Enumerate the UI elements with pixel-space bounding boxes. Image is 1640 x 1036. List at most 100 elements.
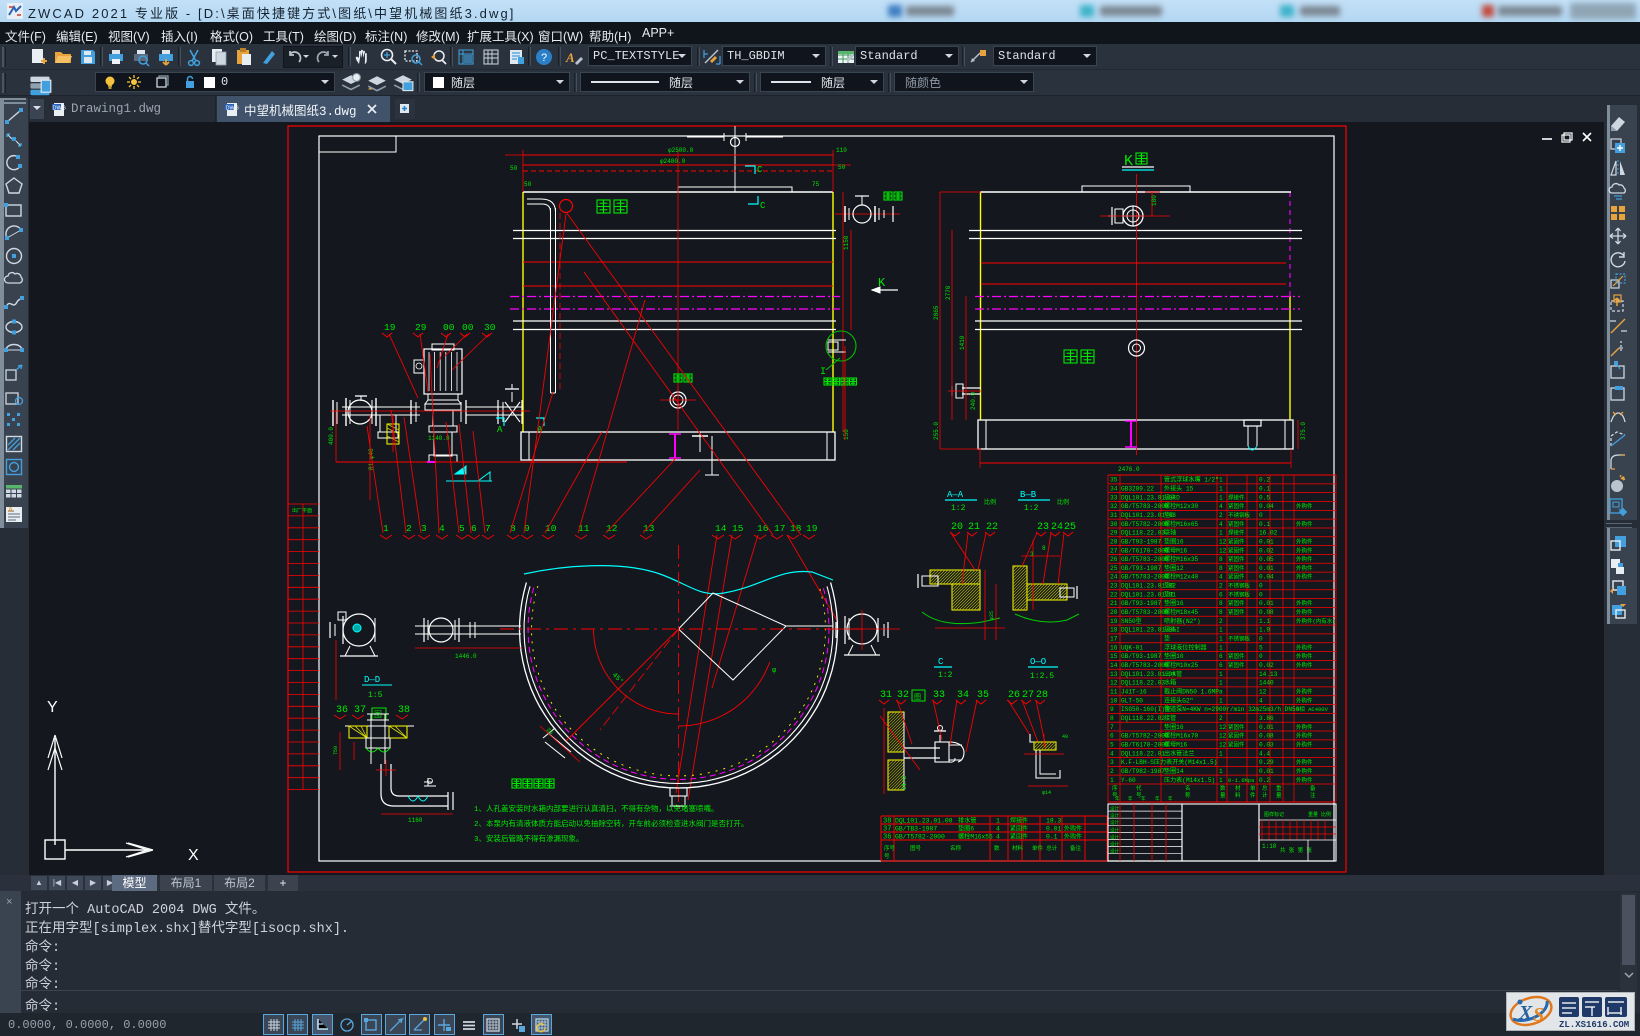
svg-text:16: 16 [757,523,769,534]
svg-text:1.1: 1.1 [1259,618,1270,625]
svg-text:3: 3 [421,523,427,534]
svg-text:23: 23 [1037,522,1049,533]
svg-text:10: 10 [545,523,557,534]
svg-text:A: A [497,425,503,435]
svg-text:螺栓M16x65: 螺栓M16x65 [1164,520,1198,528]
svg-text:重: 重 [1276,784,1282,792]
svg-text:0.02: 0.02 [1259,547,1274,554]
svg-text:1: 1 [1219,777,1223,784]
svg-text:R1 φ40: R1 φ40 [368,448,375,470]
svg-text:30: 30 [1110,521,1118,528]
svg-text:1: 1 [1219,494,1223,501]
svg-text:不锈钢板: 不锈钢板 [1228,590,1251,598]
svg-text:DQL118.22.03: DQL118.22.03 [1121,530,1165,537]
svg-text:连接头G2": 连接头G2" [1164,696,1193,704]
svg-text:27: 27 [1022,690,1034,701]
svg-text:1:2: 1:2 [938,671,953,680]
svg-text:X: X [188,847,199,864]
svg-text:外购件: 外购件 [1296,599,1313,607]
svg-text:件: 件 [1250,791,1256,799]
svg-text:12: 12 [1219,741,1227,748]
svg-text:A: A [565,50,575,65]
svg-text:K.F-LBH-S压力表开关(M14x1.5): K.F-LBH-S压力表开关(M14x1.5) [1121,758,1217,766]
svg-text:16: 16 [1110,644,1118,651]
svg-text:4: 4 [996,834,1000,841]
svg-text:压力表(M14x1.5): 压力表(M14x1.5) [1164,776,1215,784]
svg-text:0.04: 0.04 [1259,574,1274,581]
svg-text:年: 年 [1168,795,1173,802]
svg-text:紧固件: 紧固件 [1228,740,1245,748]
svg-text:外购件: 外购件 [1296,723,1313,731]
svg-text:比例: 比例 [1057,498,1069,506]
svg-text:19: 19 [1110,618,1118,625]
svg-text:24: 24 [1051,522,1063,533]
svg-text:外购件: 外购件 [1296,767,1313,775]
svg-text:外购件: 外购件 [1296,688,1313,696]
svg-text:称: 称 [1185,791,1191,799]
svg-text:0.1: 0.1 [1259,485,1270,492]
svg-text:7: 7 [1110,724,1114,731]
svg-text:16.02: 16.02 [1259,530,1278,537]
svg-text:外购件: 外购件 [1296,564,1313,572]
svg-text:0.01: 0.01 [1259,600,1274,607]
svg-text:喷射器(N2"): 喷射器(N2") [1164,617,1201,625]
svg-text:水箱: 水箱 [1164,679,1176,687]
svg-text:GB/T93-1987: GB/T93-1987 [1121,565,1162,572]
svg-text:料: 料 [1235,791,1241,799]
svg-text:垫圈16: 垫圈16 [1164,723,1184,731]
svg-text:33: 33 [933,690,945,701]
svg-text:DWG: DWG [226,105,239,111]
svg-text:1、人孔盖安装时水箱内部要进行认真清扫，不得有杂物，以免堵塞: 1、人孔盖安装时水箱内部要进行认真清扫，不得有杂物，以免堵塞喷嘴。 [474,803,719,814]
svg-text:螺栓M18x45: 螺栓M18x45 [1164,608,1198,616]
svg-text:0.08: 0.08 [1259,733,1274,740]
svg-text:2、本泵内有清液体质方能启动以免抽除空转，开车前必须检查进水: 2、本泵内有清液体质方能启动以免抽除空转，开车前必须检查进水阀门是否打开。 [474,818,749,829]
svg-text:接头I: 接头I [1164,626,1180,634]
svg-text:管道泵N=4KW n=2900r/min 32m25m3/h: 管道泵N=4KW n=2900r/min 32m25m3/h DN50 [1164,705,1300,713]
svg-text:110: 110 [836,147,847,154]
svg-text:4: 4 [1219,521,1223,528]
svg-text:36: 36 [883,834,891,842]
svg-text:DWG: DWG [53,105,66,111]
svg-text:螺栓M10x25: 螺栓M10x25 [1164,661,1198,669]
svg-text:27: 27 [1110,547,1118,554]
svg-text:I: I [820,367,826,378]
svg-text:0-1.6Mpa: 0-1.6Mpa [1228,777,1255,784]
svg-text:重量 比例: 重量 比例 [1308,811,1331,818]
svg-text:3、安装后管路不得有渗漏现象。: 3、安装后管路不得有渗漏现象。 [474,833,584,844]
svg-text:注: 注 [1310,791,1316,799]
svg-text:50: 50 [838,164,846,171]
svg-text:比例: 比例 [984,498,996,506]
svg-text:X: X [1518,1002,1533,1024]
svg-text:0.01: 0.01 [1259,538,1274,545]
svg-text:紧固件: 紧固件 [1228,652,1245,660]
svg-text:外购件: 外购件 [1296,520,1313,528]
svg-text:不锈钢板: 不锈钢板 [1228,635,1251,643]
svg-text:GB/T5783-2000: GB/T5783-2000 [1121,503,1169,510]
svg-text:ZL.XS1616.COM: ZL.XS1616.COM [1559,1020,1629,1030]
svg-text:Y: Y [47,699,58,716]
svg-text:31: 31 [1110,512,1118,519]
svg-text:50: 50 [510,165,518,172]
svg-text:C: C [760,201,766,211]
svg-text:4.4: 4.4 [1259,750,1270,757]
svg-text:计: 计 [1262,791,1268,799]
svg-text:螺栓M16x35: 螺栓M16x35 [1164,555,1198,563]
svg-text:180: 180 [1151,195,1158,206]
svg-text:8: 8 [1219,600,1223,607]
svg-text:21: 21 [1110,600,1118,607]
svg-text:C: C [938,657,944,667]
svg-text:21: 21 [968,522,980,533]
svg-text:O—O: O—O [1030,657,1046,667]
svg-text:紧固件: 紧固件 [1228,555,1245,563]
svg-text:图: 图 [374,710,382,720]
svg-text:5: 5 [1259,644,1263,651]
svg-text:外购件: 外购件 [1296,555,1313,563]
svg-text:不锈钢板: 不锈钢板 [1228,511,1251,519]
svg-text:垫圈10: 垫圈10 [1164,652,1184,660]
svg-text:GB/T5783-2000: GB/T5783-2000 [1121,609,1169,616]
svg-text:0.02: 0.02 [1259,662,1274,669]
svg-text:0.01: 0.01 [1259,768,1274,775]
svg-text:设计: 设计 [1110,826,1119,833]
svg-text:4: 4 [439,523,445,534]
svg-text:0.01: 0.01 [1259,565,1274,572]
